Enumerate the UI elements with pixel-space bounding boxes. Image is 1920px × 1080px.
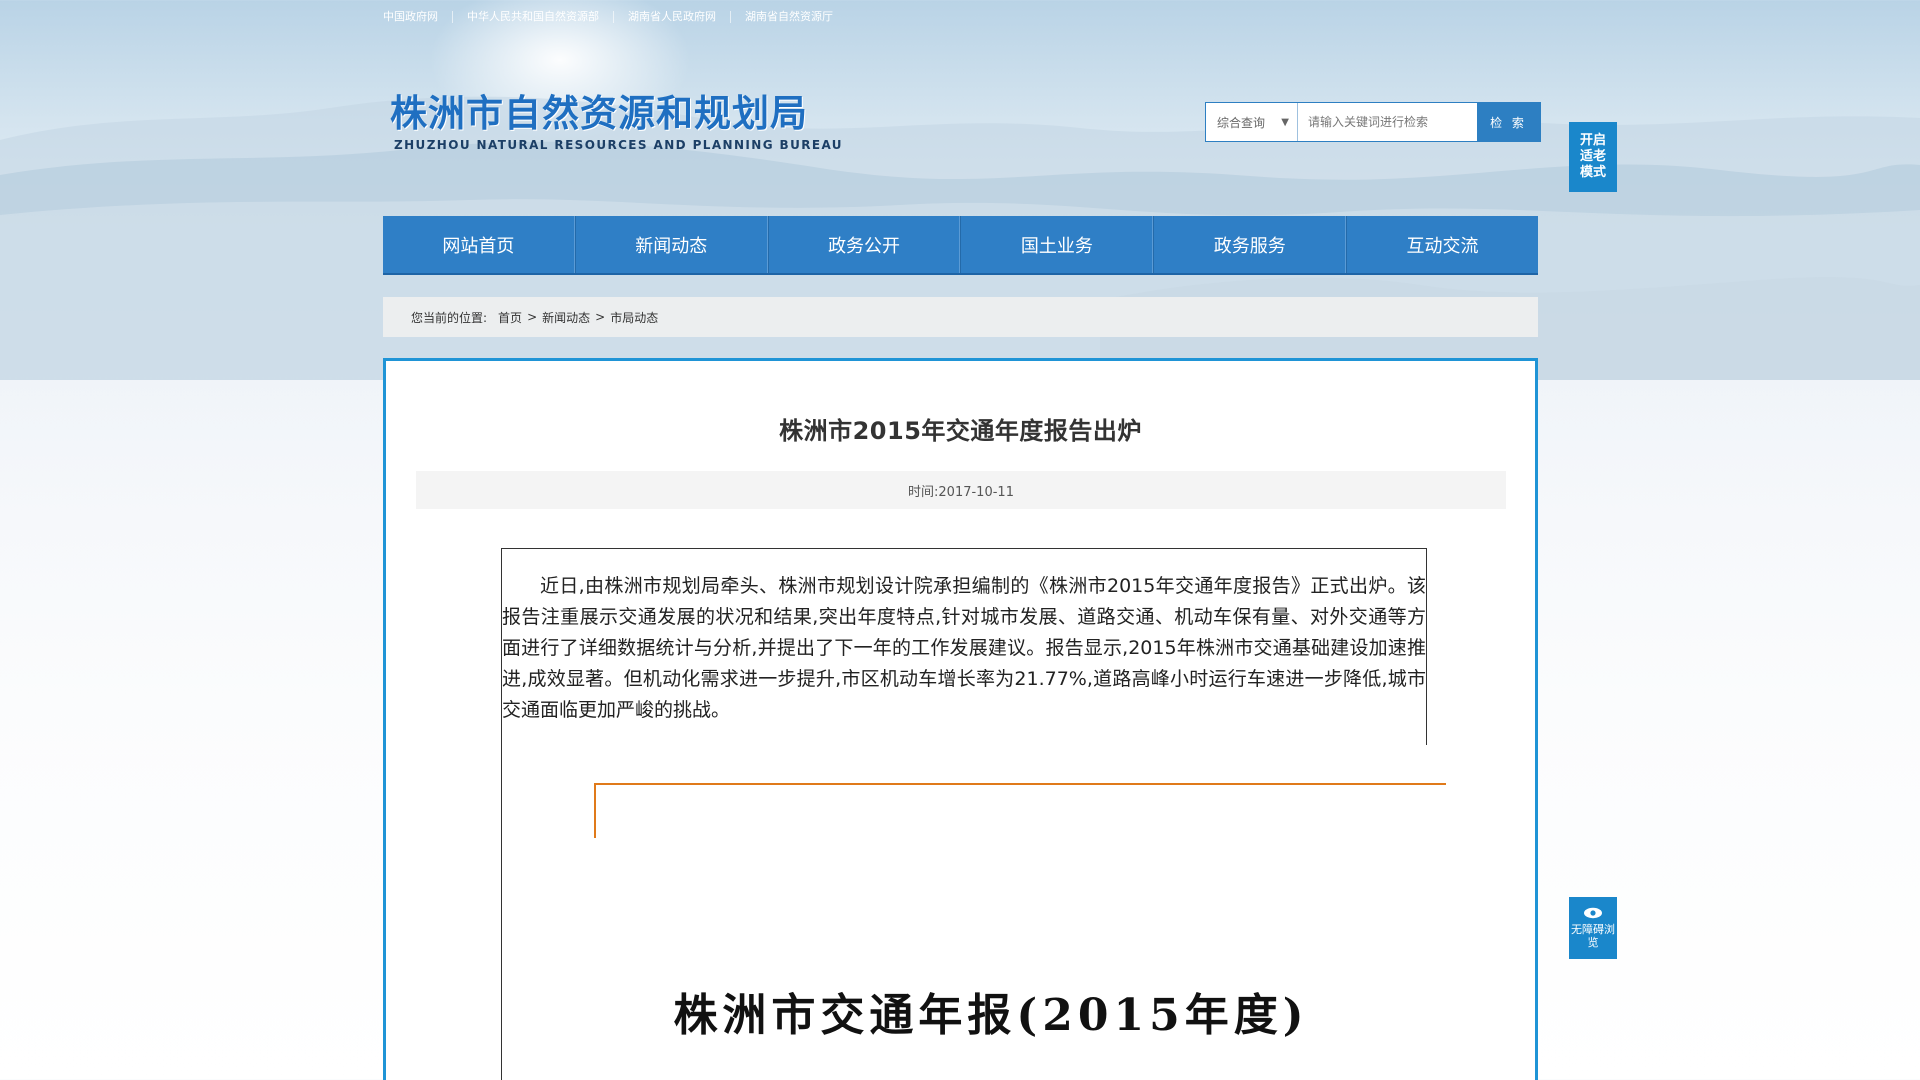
article-body-text: 近日,由株洲市规划局牵头、株洲市规划设计院承担编制的《株洲市2015年交通年度报… <box>502 575 1426 721</box>
breadcrumb-link-news[interactable]: 新闻动态 <box>542 309 590 326</box>
top-links-bar: 中国政府网 中华人民共和国自然资源部 湖南省人民政府网 湖南省自然资源厅 <box>383 9 847 25</box>
main-nav: 网站首页 新闻动态 政务公开 国土业务 政务服务 互动交流 <box>383 216 1538 275</box>
article-meta: 时间:2017-10-11 <box>416 471 1506 509</box>
breadcrumb: 您当前的位置: 首页 > 新闻动态 > 市局动态 <box>383 297 1538 337</box>
top-link-gov[interactable]: 中国政府网 <box>383 11 452 23</box>
nav-item-interaction[interactable]: 互动交流 <box>1346 216 1538 273</box>
article-title: 株洲市2015年交通年度报告出炉 <box>779 417 1142 445</box>
accessibility-label: 无障碍浏览 <box>1571 923 1615 949</box>
nav-item-home[interactable]: 网站首页 <box>383 216 575 273</box>
nav-item-news[interactable]: 新闻动态 <box>574 216 768 273</box>
search-type-value: 综合查询 <box>1217 115 1266 130</box>
search-button[interactable]: 检 索 <box>1477 103 1540 141</box>
breadcrumb-link-bureau-news[interactable]: 市局动态 <box>610 309 658 326</box>
breadcrumb-link-home[interactable]: 首页 <box>498 309 522 326</box>
nav-item-gov-affairs[interactable]: 政务公开 <box>767 216 961 273</box>
search-type-select[interactable]: 综合查询 ▼ <box>1206 103 1298 141</box>
article-body-box: 近日,由株洲市规划局牵头、株洲市规划设计院承担编制的《株洲市2015年交通年度报… <box>501 548 1427 745</box>
breadcrumb-separator: > <box>527 310 538 324</box>
accessibility-button[interactable]: 无障碍浏览 <box>1569 897 1617 959</box>
article-container: 株洲市2015年交通年度报告出炉 时间:2017-10-11 近日,由株洲市规划… <box>383 358 1538 1080</box>
logo-english-name: ZHUZHOU NATURAL RESOURCES AND PLANNING B… <box>394 138 843 152</box>
breadcrumb-label: 您当前的位置: <box>411 310 488 325</box>
top-link-hunan-dnr[interactable]: 湖南省自然资源厅 <box>730 11 847 23</box>
logo-chinese-name: 株洲市自然资源和规划局 <box>390 92 808 135</box>
article-date: 时间:2017-10-11 <box>908 484 1014 500</box>
top-link-mnr[interactable]: 中华人民共和国自然资源部 <box>452 11 613 23</box>
report-cover-frame <box>594 783 1446 838</box>
site-logo[interactable]: 株洲市自然资源和规划局 ZHUZHOU NATURAL RESOURCES AN… <box>390 92 843 152</box>
breadcrumb-separator: > <box>595 310 606 324</box>
chevron-down-icon: ▼ <box>1281 116 1289 128</box>
nav-item-gov-services[interactable]: 政务服务 <box>1153 216 1347 273</box>
report-cover-title: 株洲市交通年报(2015年度) <box>673 990 1309 1041</box>
elder-mode-label: 开启适老模式 <box>1579 133 1606 180</box>
search-input[interactable] <box>1298 103 1477 141</box>
article-body-divider <box>501 745 502 1080</box>
nav-item-land-business[interactable]: 国土业务 <box>960 216 1154 273</box>
eye-icon <box>1584 907 1602 919</box>
search-bar: 综合查询 ▼ 检 索 <box>1205 102 1541 142</box>
top-link-hunan-gov[interactable]: 湖南省人民政府网 <box>613 11 730 23</box>
elder-mode-button[interactable]: 开启适老模式 <box>1569 122 1617 192</box>
